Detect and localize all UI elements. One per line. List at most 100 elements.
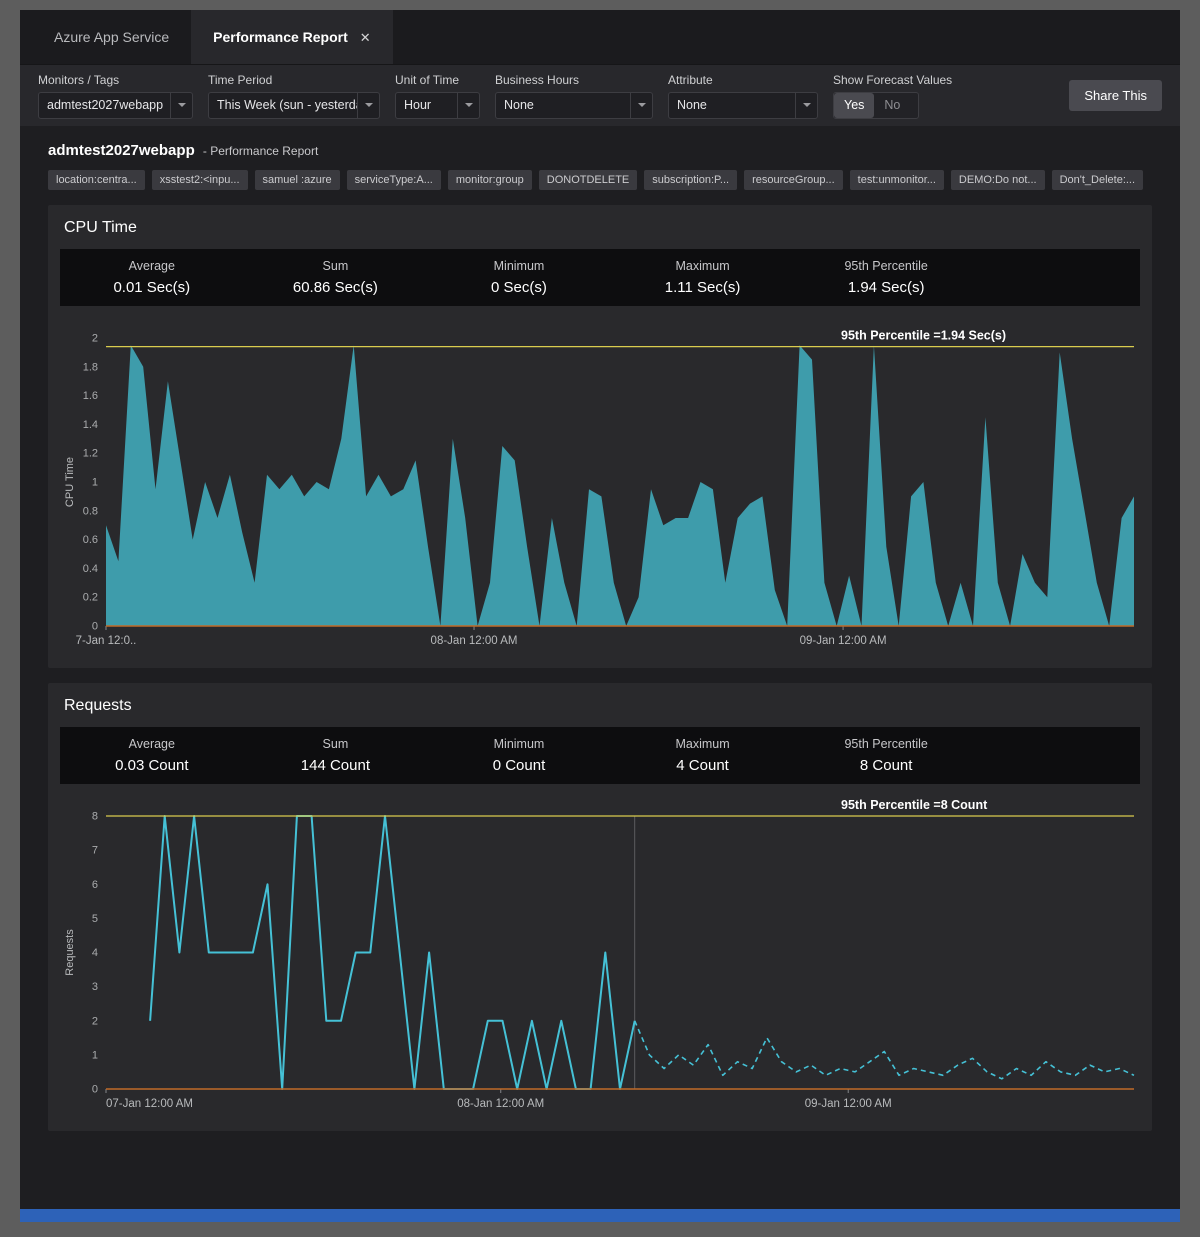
svg-text:2: 2 [92, 333, 98, 345]
stat-average: Average 0.01 Sec(s) [60, 259, 244, 296]
monitors-dropdown[interactable]: admtest2027webapp [38, 92, 193, 119]
tag-chip[interactable]: DONOTDELETE [539, 170, 638, 190]
svg-text:95th Percentile =1.94 Sec(s): 95th Percentile =1.94 Sec(s) [841, 329, 1006, 343]
svg-text:08-Jan 12:00 AM: 08-Jan 12:00 AM [431, 635, 518, 647]
forecast-label: Show Forecast Values [833, 73, 952, 87]
share-this-button[interactable]: Share This [1069, 80, 1162, 111]
requests-card: Requests Average 0.03 Count Sum 144 Coun… [48, 683, 1152, 1131]
svg-text:0.8: 0.8 [83, 505, 98, 517]
report-content: admtest2027webapp - Performance Report l… [20, 126, 1180, 1209]
forecast-no-option[interactable]: No [874, 93, 910, 118]
svg-text:0.2: 0.2 [83, 592, 98, 604]
tab-performance-report[interactable]: Performance Report ✕ [191, 10, 393, 64]
cpu-stats-bar: Average 0.01 Sec(s) Sum 60.86 Sec(s) Min… [60, 249, 1140, 306]
filter-bar: Monitors / Tags admtest2027webapp Time P… [20, 64, 1180, 126]
requests-chart-area: 0 1 2 3 4 5 6 7 8 Requests 07-Jan 12:00 AM 08-Jan 1… [60, 796, 1140, 1121]
requests-stats-bar: Average 0.03 Count Sum 144 Count Minimum… [60, 727, 1140, 784]
svg-text:8: 8 [92, 811, 98, 823]
svg-text:09-Jan 12:00 AM: 09-Jan 12:00 AM [805, 1098, 892, 1110]
business-hours-label: Business Hours [495, 73, 653, 87]
page-title: admtest2027webapp - Performance Report [48, 142, 1152, 159]
svg-text:1.8: 1.8 [83, 361, 98, 373]
cpu-card-title: CPU Time [48, 205, 1152, 249]
tag-chip[interactable]: subscription:P... [644, 170, 737, 190]
filter-business-hours: Business Hours None [495, 73, 653, 119]
svg-text:6: 6 [92, 879, 98, 891]
chevron-down-icon [457, 93, 479, 118]
chevron-down-icon [357, 93, 379, 118]
tab-azure-app-service[interactable]: Azure App Service [32, 10, 191, 64]
svg-text:0.4: 0.4 [83, 563, 98, 575]
svg-text:95th Percentile =8 Count: 95th Percentile =8 Count [841, 798, 988, 812]
svg-text:07-Jan 12:00 AM: 07-Jan 12:00 AM [106, 1098, 193, 1110]
tag-chip[interactable]: xsstest2:<inpu... [152, 170, 248, 190]
footer-bar [20, 1209, 1180, 1222]
tag-chip[interactable]: Don't_Delete:... [1052, 170, 1143, 190]
attribute-label: Attribute [668, 73, 818, 87]
tag-chip[interactable]: serviceType:A... [347, 170, 441, 190]
tag-chip[interactable]: location:centra... [48, 170, 145, 190]
svg-text:1.4: 1.4 [83, 419, 98, 431]
svg-text:7: 7 [92, 845, 98, 857]
svg-text:08-Jan 12:00 AM: 08-Jan 12:00 AM [457, 1098, 544, 1110]
svg-text:09-Jan 12:00 AM: 09-Jan 12:00 AM [800, 635, 887, 647]
requests-card-title: Requests [48, 683, 1152, 727]
unit-label: Unit of Time [395, 73, 480, 87]
forecast-yes-option[interactable]: Yes [834, 93, 874, 118]
tab-label: Performance Report [213, 29, 348, 45]
stat-maximum: Maximum 4 Count [611, 737, 795, 774]
svg-text:5: 5 [92, 913, 98, 925]
svg-text:Requests: Requests [64, 929, 76, 976]
svg-text:CPU Time: CPU Time [64, 457, 76, 507]
tag-chip[interactable]: monitor:group [448, 170, 532, 190]
svg-text:1: 1 [92, 477, 98, 489]
stat-95th-percentile: 95th Percentile 1.94 Sec(s) [794, 259, 978, 296]
window-frame: Azure App Service Performance Report ✕ M… [0, 0, 1200, 1237]
stat-95th-percentile: 95th Percentile 8 Count [794, 737, 978, 774]
unit-of-time-dropdown[interactable]: Hour [395, 92, 480, 119]
filter-time-period: Time Period This Week (sun - yesterda [208, 73, 380, 119]
tab-label: Azure App Service [54, 29, 169, 45]
cpu-time-chart[interactable]: 00.20.40.60.811.21.41.61.82CPU Time7-Jan… [60, 318, 1140, 658]
stat-minimum: Minimum 0 Sec(s) [427, 259, 611, 296]
tag-chip[interactable]: resourceGroup... [744, 170, 843, 190]
chevron-down-icon [170, 93, 192, 118]
stat-maximum: Maximum 1.11 Sec(s) [611, 259, 795, 296]
cpu-chart-area: 00.20.40.60.811.21.41.61.82CPU Time7-Jan… [60, 318, 1140, 658]
svg-text:2: 2 [92, 1015, 98, 1027]
report-subtitle: - Performance Report [203, 144, 318, 158]
tag-list: location:centra... xsstest2:<inpu... sam… [48, 170, 1152, 190]
svg-text:1: 1 [92, 1049, 98, 1061]
svg-text:1.6: 1.6 [83, 390, 98, 402]
filter-unit-of-time: Unit of Time Hour [395, 73, 480, 119]
svg-text:0.6: 0.6 [83, 534, 98, 546]
svg-text:0: 0 [92, 1084, 98, 1096]
chevron-down-icon [795, 93, 817, 118]
tab-bar: Azure App Service Performance Report ✕ [20, 10, 1180, 64]
cpu-time-card: CPU Time Average 0.01 Sec(s) Sum 60.86 S… [48, 205, 1152, 668]
svg-text:1.2: 1.2 [83, 448, 98, 460]
filter-show-forecast: Show Forecast Values Yes No [833, 73, 952, 119]
monitor-name: admtest2027webapp [48, 142, 195, 159]
forecast-toggle: Yes No [833, 92, 919, 119]
svg-text:3: 3 [92, 981, 98, 993]
tag-chip[interactable]: samuel :azure [255, 170, 340, 190]
stat-average: Average 0.03 Count [60, 737, 244, 774]
chevron-down-icon [630, 93, 652, 118]
time-period-dropdown[interactable]: This Week (sun - yesterda [208, 92, 380, 119]
tag-chip[interactable]: test:unmonitor... [850, 170, 944, 190]
requests-chart[interactable]: 0 1 2 3 4 5 6 7 8 Requests 07-Jan 12:00 AM 08-Jan 1… [60, 796, 1140, 1121]
filter-attribute: Attribute None [668, 73, 818, 119]
filter-monitors: Monitors / Tags admtest2027webapp [38, 73, 193, 119]
tag-chip[interactable]: DEMO:Do not... [951, 170, 1045, 190]
stat-minimum: Minimum 0 Count [427, 737, 611, 774]
stat-sum: Sum 60.86 Sec(s) [244, 259, 428, 296]
stat-sum: Sum 144 Count [244, 737, 428, 774]
attribute-dropdown[interactable]: None [668, 92, 818, 119]
svg-text:4: 4 [92, 947, 98, 959]
app-window: Azure App Service Performance Report ✕ M… [20, 10, 1180, 1222]
business-hours-dropdown[interactable]: None [495, 92, 653, 119]
close-tab-icon[interactable]: ✕ [360, 31, 371, 44]
time-period-label: Time Period [208, 73, 380, 87]
svg-text:7-Jan 12:0..: 7-Jan 12:0.. [76, 635, 137, 647]
